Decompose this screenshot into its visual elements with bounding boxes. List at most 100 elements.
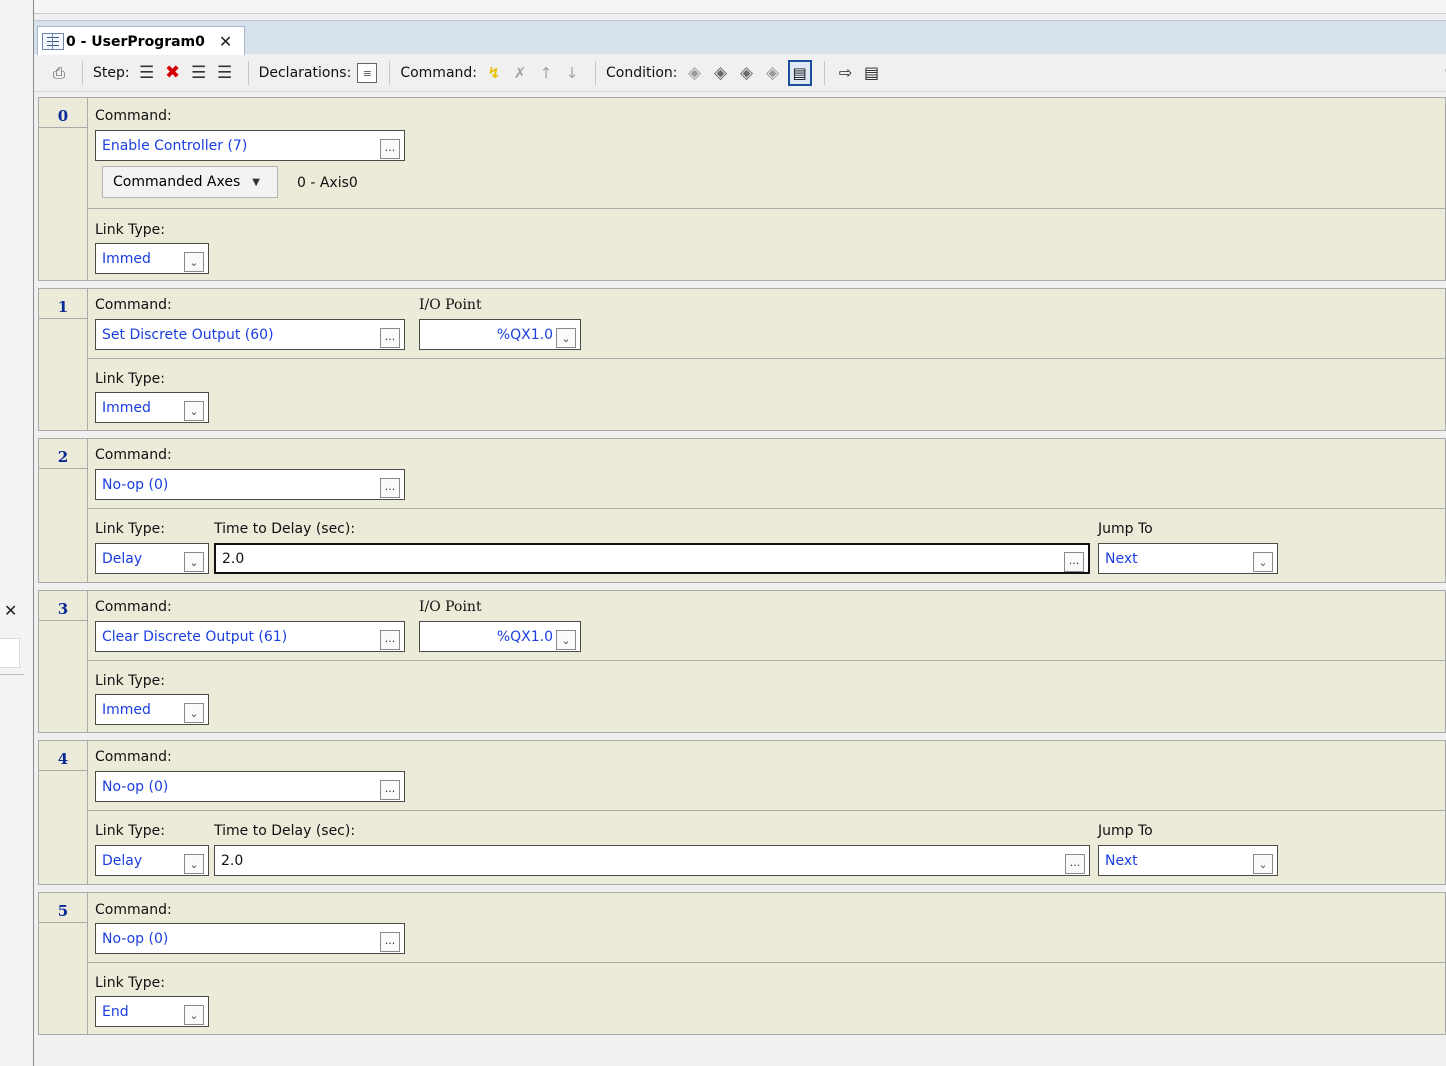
jump-to-value: Next: [1105, 852, 1138, 869]
link-type-value: Immed: [102, 250, 151, 267]
step-number-cell: 0: [39, 98, 88, 280]
step-down-icon[interactable]: ☰: [214, 62, 236, 84]
tab-label: 0 - UserProgram0: [66, 33, 205, 50]
jump-to-dropdown[interactable]: Next ⌄: [1098, 845, 1278, 876]
step-number: 5: [39, 893, 87, 923]
io-point-dropdown[interactable]: %QX1.0 ⌄: [419, 621, 581, 652]
io-point-value: %QX1.0: [496, 628, 553, 645]
command-field[interactable]: No-op (0) ...: [95, 771, 405, 802]
step-row: 3 Command: I/O Point Clear Discrete Outp…: [38, 590, 1446, 733]
chevron-down-icon[interactable]: ⌄: [556, 630, 576, 650]
export-icon[interactable]: ⇨: [835, 62, 857, 84]
jump-to-dropdown[interactable]: Next ⌄: [1098, 543, 1278, 574]
command-field[interactable]: No-op (0) ...: [95, 923, 405, 954]
move-command-down-icon[interactable]: ↓: [561, 62, 583, 84]
tab-userprogram0[interactable]: 0 - UserProgram0 ✕: [37, 26, 245, 56]
close-icon[interactable]: ✕: [219, 32, 232, 51]
browse-button[interactable]: ...: [380, 138, 400, 159]
print-icon[interactable]: ⎙: [48, 62, 70, 84]
link-section: Link Type: End ⌄: [88, 963, 1445, 1034]
browse-button[interactable]: ...: [380, 327, 400, 348]
browse-button[interactable]: ...: [380, 477, 400, 498]
chevron-down-icon[interactable]: ⌄: [556, 328, 576, 348]
declarations-icon[interactable]: ≡: [357, 63, 378, 83]
step-row: 2 Command: No-op (0) ... Link Type: Time…: [38, 438, 1446, 583]
step-number: 4: [39, 741, 87, 771]
link-type-label: Link Type:: [95, 222, 165, 238]
io-point-dropdown[interactable]: %QX1.0 ⌄: [419, 319, 581, 350]
step-row: 4 Command: No-op (0) ... Link Type: Time…: [38, 740, 1446, 885]
commanded-axes-dropdown[interactable]: Commanded Axes ▼: [102, 166, 278, 198]
chevron-down-icon[interactable]: ⌄: [1253, 552, 1273, 572]
link-type-dropdown[interactable]: End ⌄: [95, 996, 209, 1027]
command-label: Command:: [400, 65, 477, 81]
browse-button[interactable]: ...: [1064, 551, 1084, 572]
browse-button[interactable]: ...: [380, 629, 400, 650]
report-icon[interactable]: ▤: [861, 62, 883, 84]
chevron-down-icon[interactable]: ⌄: [1253, 854, 1273, 874]
command-field[interactable]: Clear Discrete Output (61) ...: [95, 621, 405, 652]
step-up-icon[interactable]: ☰: [188, 62, 210, 84]
step-number-cell: 4: [39, 741, 88, 884]
delete-step-icon[interactable]: ✖: [162, 62, 184, 84]
link-type-label: Link Type:: [95, 521, 165, 537]
close-icon[interactable]: ✕: [4, 603, 17, 619]
time-to-delay-label: Time to Delay (sec):: [214, 823, 356, 839]
command-label: Command:: [95, 297, 172, 313]
link-type-label: Link Type:: [95, 975, 165, 991]
link-section: Link Type: Immed ⌄: [88, 359, 1445, 430]
remove-condition-icon[interactable]: ◈: [710, 62, 732, 84]
link-type-dropdown[interactable]: Delay ⌄: [95, 543, 209, 574]
command-label: Command:: [95, 749, 172, 765]
link-type-dropdown[interactable]: Immed ⌄: [95, 243, 209, 274]
step-content: Command: No-op (0) ... Link Type: Time t…: [88, 439, 1445, 582]
command-label: Command:: [95, 599, 172, 615]
link-type-dropdown[interactable]: Delay ⌄: [95, 845, 209, 876]
move-condition-down-icon[interactable]: ◈: [762, 62, 784, 84]
step-number-cell: 3: [39, 591, 88, 732]
commanded-axes-label: Commanded Axes: [113, 174, 241, 190]
insert-step-icon[interactable]: ☰: [136, 62, 158, 84]
move-command-up-icon[interactable]: ↑: [535, 62, 557, 84]
step-number-cell: 5: [39, 893, 88, 1034]
command-value: Clear Discrete Output (61): [102, 628, 288, 645]
step-content: Command: I/O Point Clear Discrete Output…: [88, 591, 1445, 732]
command-field[interactable]: No-op (0) ...: [95, 469, 405, 500]
time-to-delay-label: Time to Delay (sec):: [214, 521, 356, 537]
browse-button[interactable]: ...: [1065, 853, 1085, 874]
chevron-down-icon[interactable]: ⌄: [184, 1005, 204, 1025]
jump-to-label: Jump To: [1098, 823, 1153, 839]
divider: [389, 61, 391, 85]
chevron-down-icon[interactable]: ⌄: [184, 252, 204, 272]
step-label: Step:: [93, 65, 130, 81]
chevron-down-icon[interactable]: ⌄: [184, 703, 204, 723]
chevron-down-icon[interactable]: ⌄: [184, 552, 204, 572]
link-type-dropdown[interactable]: Immed ⌄: [95, 694, 209, 725]
command-value: No-op (0): [102, 476, 169, 493]
toolbar: ⎙ Step: ☰ ✖ ☰ ☰ Declarations: ≡ Command:…: [34, 55, 1446, 92]
remove-command-icon[interactable]: ✗: [509, 62, 531, 84]
step-number-cell: 1: [39, 289, 88, 430]
io-point-label: I/O Point: [419, 599, 482, 615]
left-panel: ✕: [0, 0, 34, 1066]
chevron-down-icon[interactable]: ⌄: [184, 854, 204, 874]
command-value: No-op (0): [102, 778, 169, 795]
jump-to-value: Next: [1105, 550, 1138, 567]
command-field[interactable]: Enable Controller (7) ...: [95, 130, 405, 161]
command-label: Command:: [95, 447, 172, 463]
command-field[interactable]: Set Discrete Output (60) ...: [95, 319, 405, 350]
link-type-dropdown[interactable]: Immed ⌄: [95, 392, 209, 423]
move-condition-up-icon[interactable]: ◈: [736, 62, 758, 84]
time-to-delay-input[interactable]: 2.0 ...: [214, 543, 1090, 574]
time-to-delay-input[interactable]: 2.0 ...: [214, 845, 1090, 876]
declarations-label: Declarations:: [258, 65, 352, 81]
browse-button[interactable]: ...: [380, 779, 400, 800]
browse-button[interactable]: ...: [380, 931, 400, 952]
chevron-down-icon[interactable]: ⌄: [184, 401, 204, 421]
add-command-icon[interactable]: ↯: [483, 62, 505, 84]
add-condition-icon[interactable]: ◈: [684, 62, 706, 84]
command-value: Enable Controller (7): [102, 137, 248, 154]
step-row: 1 Command: I/O Point Set Discrete Output…: [38, 288, 1446, 431]
view-details-icon[interactable]: ▤: [787, 60, 812, 86]
link-type-value: Delay: [102, 550, 143, 567]
